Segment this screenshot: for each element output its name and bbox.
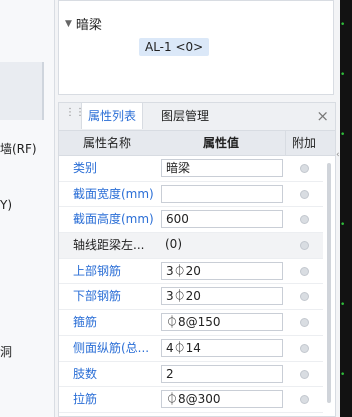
property-value-field[interactable]: ⏀8@300 [161, 390, 283, 409]
property-row: 箍筋 ⏀8@150 [59, 310, 323, 336]
attach-radio[interactable] [300, 369, 309, 379]
tree-item-selected[interactable]: AL-1 <0> [139, 38, 210, 56]
left-fragment-2[interactable]: Y) [0, 198, 12, 212]
property-name: 肢数 [73, 366, 98, 381]
drawing-canvas-fragment: • • • • • • [340, 0, 352, 417]
tree-group-label: 暗梁 [75, 18, 102, 33]
column-header-name: 属性名称 [82, 136, 131, 150]
attach-radio[interactable] [300, 189, 309, 199]
property-name: 拉筋 [73, 392, 98, 407]
property-value-field[interactable]: 4⏀14 [161, 338, 283, 357]
property-value-field[interactable]: 3⏀20 [161, 287, 283, 306]
canvas-mark: • [340, 370, 346, 380]
property-name: 上部钢筋 [73, 263, 122, 278]
property-row: 侧面纵筋(总... 4⏀14 [59, 336, 323, 362]
properties-panel: ⋮⋮ 属性列表 图层管理 × 属性名称 属性值 附加 类别 暗梁 截面宽度(mm… [58, 102, 336, 417]
attach-radio[interactable] [300, 164, 309, 173]
property-grid: 类别 暗梁 截面宽度(mm) 截面高度(mm) 600 轴线距梁左... (0)… [59, 156, 323, 413]
property-name: 侧面纵筋(总... [73, 340, 150, 355]
attach-radio[interactable] [300, 292, 309, 302]
canvas-mark: • [340, 220, 346, 230]
canvas-mark: • [340, 70, 346, 80]
drag-handle-icon[interactable]: ⋮⋮ [65, 108, 85, 122]
attach-radio[interactable] [300, 266, 309, 276]
property-row: 类别 暗梁 [59, 156, 323, 182]
property-name: 类别 [73, 161, 98, 175]
close-icon[interactable]: × [316, 107, 329, 125]
attach-radio[interactable] [300, 395, 309, 405]
property-value-field[interactable] [161, 184, 283, 203]
left-fragment-1[interactable]: 墙(RF) [0, 140, 37, 157]
panel-tab-bar: ⋮⋮ 属性列表 图层管理 × [59, 103, 335, 131]
property-name: 轴线距梁左... [73, 238, 145, 253]
canvas-mark: • [340, 130, 346, 140]
collapse-caret-icon[interactable]: ▼ [65, 19, 72, 29]
property-name: 截面宽度(mm) [73, 186, 154, 201]
left-selected-item[interactable] [0, 62, 42, 120]
component-tree-panel: ▼ 暗梁 AL-1 <0> [58, 0, 334, 95]
property-row: 截面宽度(mm) [59, 182, 323, 208]
tree-group[interactable]: ▼ 暗梁 [65, 14, 102, 33]
tab-layer-management[interactable]: 图层管理 [155, 103, 215, 129]
property-value-field[interactable]: 暗梁 [161, 159, 283, 177]
property-value-field[interactable]: ⏀8@150 [161, 313, 283, 332]
property-value-readonly: (0) [165, 237, 182, 252]
property-name: 截面高度(mm) [73, 212, 154, 227]
property-name: 箍筋 [73, 315, 98, 330]
property-row: 截面高度(mm) 600 [59, 207, 323, 234]
property-value-field[interactable]: 600 [161, 210, 283, 229]
tree-top-rule [59, 0, 333, 1]
property-value-field[interactable]: 3⏀20 [161, 261, 283, 280]
vertical-scrollbar[interactable] [327, 163, 331, 403]
attach-radio[interactable] [300, 241, 309, 251]
column-header-value: 属性值 [202, 136, 239, 150]
property-value-field[interactable]: 2 [161, 364, 283, 383]
property-row: 轴线距梁左... (0) [59, 233, 323, 259]
tab-property-list[interactable]: 属性列表 [81, 103, 144, 129]
column-header-attach: 附加 [285, 131, 322, 155]
property-row: 拉筋 ⏀8@300 [59, 387, 323, 413]
left-sidebar-fragment: 墙(RF) Y) 洞 [0, 0, 55, 417]
left-divider [42, 62, 44, 120]
left-fragment-3[interactable]: 洞 [0, 343, 12, 360]
property-name: 下部钢筋 [73, 289, 122, 304]
attach-radio[interactable] [300, 318, 309, 328]
property-row: 肢数 2 [59, 362, 323, 388]
attach-radio[interactable] [300, 343, 309, 353]
canvas-mark: • [340, 20, 346, 30]
attach-radio[interactable] [300, 215, 309, 225]
property-grid-header: 属性名称 属性值 附加 [59, 131, 335, 156]
canvas-mark: • [340, 300, 346, 310]
property-row: 下部钢筋 3⏀20 [59, 284, 323, 311]
property-row: 上部钢筋 3⏀20 [59, 259, 323, 285]
